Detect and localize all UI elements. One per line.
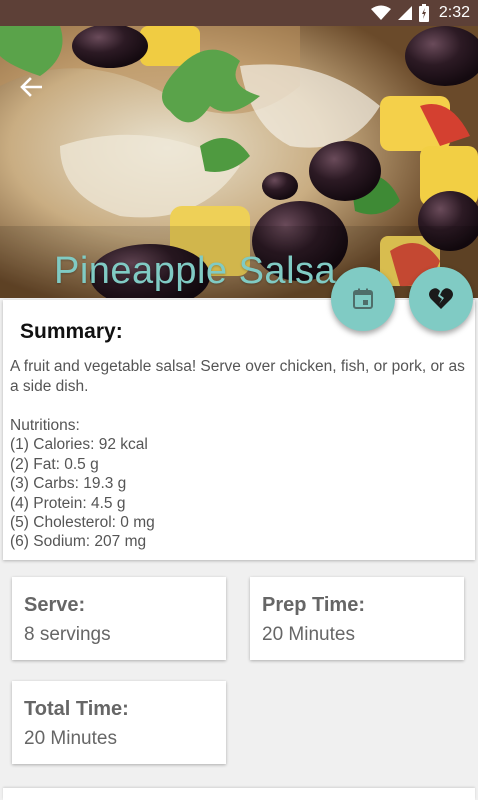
serve-card: Serve: 8 servings: [12, 577, 226, 660]
nutrition-item: (2) Fat: 0.5 g: [10, 455, 99, 473]
serve-value: 8 servings: [24, 624, 111, 645]
summary-card: Summary: A fruit and vegetable salsa! Se…: [3, 300, 475, 560]
status-time: 2:32: [438, 4, 470, 21]
prep-time-card: Prep Time: 20 Minutes: [250, 577, 464, 660]
nutrition-list: Nutritions: (1) Calories: 92 kcal (2) Fa…: [10, 416, 470, 552]
nutrition-item: (5) Cholesterol: 0 mg: [10, 514, 155, 532]
status-bar: 2:32: [0, 0, 478, 26]
wifi-icon: [370, 5, 391, 20]
prep-time-value: 20 Minutes: [262, 624, 355, 645]
nutrition-item: (6) Sodium: 207 mg: [10, 533, 147, 551]
nutrition-heading: Nutritions:: [10, 417, 80, 434]
next-card-edge: [3, 788, 475, 800]
recipe-hero-image: Pineapple Salsa: [0, 26, 478, 298]
nutrition-item: (1) Calories: 92 kcal: [10, 436, 148, 454]
add-to-calendar-button[interactable]: [331, 267, 395, 331]
recipe-title: Pineapple Salsa: [54, 250, 337, 292]
prep-time-label: Prep Time:: [262, 594, 365, 616]
back-button[interactable]: [14, 72, 48, 102]
total-time-label: Total Time:: [24, 698, 129, 720]
serve-label: Serve:: [24, 594, 86, 616]
arrow-back-icon: [20, 77, 42, 97]
broken-heart-icon: [429, 288, 453, 309]
status-icons: 2:32: [370, 0, 470, 26]
total-time-card: Total Time: 20 Minutes: [12, 681, 226, 764]
signal-icon: [397, 6, 412, 20]
summary-description: A fruit and vegetable salsa! Serve over …: [10, 358, 465, 395]
summary-heading: Summary:: [20, 320, 123, 343]
nutrition-item: (3) Carbs: 19.3 g: [10, 475, 127, 493]
total-time-value: 20 Minutes: [24, 728, 117, 749]
battery-icon: [418, 4, 429, 22]
favorite-button[interactable]: [409, 267, 473, 331]
nutrition-item: (4) Protein: 4.5 g: [10, 494, 126, 512]
calendar-icon: [353, 288, 373, 309]
